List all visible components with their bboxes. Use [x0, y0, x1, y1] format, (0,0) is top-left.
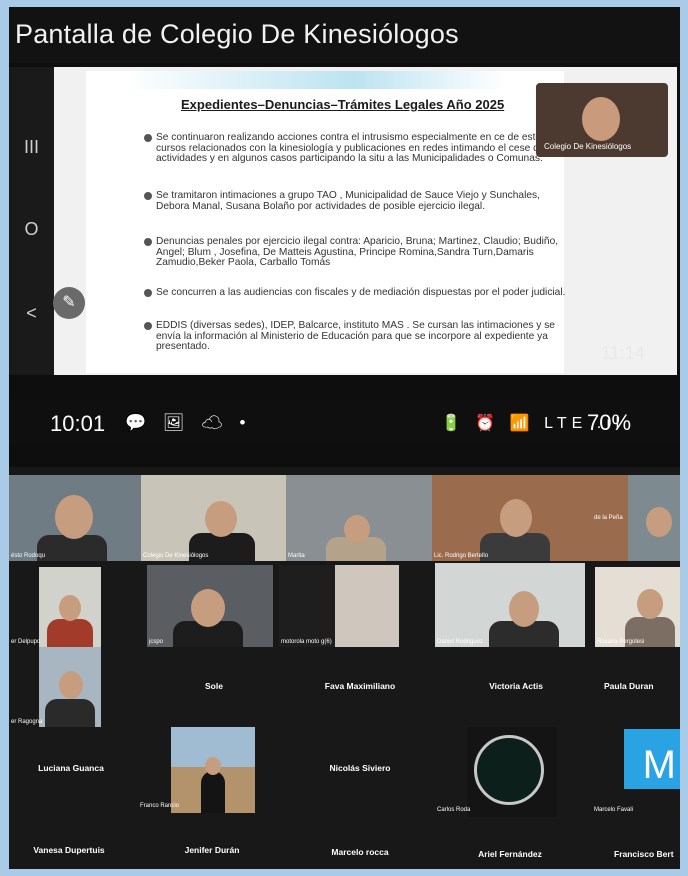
back-icon[interactable]: < — [9, 303, 54, 324]
participant-name[interactable]: Paula Duran — [604, 681, 680, 691]
participant-name[interactable]: Nicolás Siviero — [295, 763, 425, 773]
participant-tile[interactable]: de la Peña Lic. Rodrigo Bertello — [432, 475, 628, 561]
participant-face — [637, 589, 663, 619]
participant-body — [45, 699, 95, 727]
participant-face — [59, 671, 83, 699]
presentation-slide: Expedientes–Denuncias–Trámites Legales A… — [86, 71, 569, 373]
participant-name: Daniel Rodriguez — [437, 639, 484, 645]
avatar-letter: M — [642, 743, 676, 787]
slide-bullet: Se tramitaron intimaciones a grupo TAO ,… — [144, 190, 574, 212]
participant-name[interactable]: Luciana Guanca — [9, 763, 136, 773]
participant-avatar[interactable]: M — [624, 729, 680, 789]
window-title: Pantalla de Colegio De Kinesiólogos — [15, 19, 459, 49]
nav-rail: III O < — [9, 67, 54, 375]
share-title-bar: Pantalla de Colegio De Kinesiólogos — [9, 7, 680, 63]
phone-status-bar: 10:01 💬 🖼 ☁ • 🔋 ⏰ 📶 LTE .ıl 70% — [9, 399, 680, 445]
participant-name[interactable]: Vanesa Dupertuis — [9, 845, 134, 855]
kinesiology-logo-icon — [474, 735, 544, 805]
participant-video — [335, 565, 399, 647]
participant-face — [59, 595, 81, 621]
participant-name[interactable]: Sole — [149, 681, 279, 691]
participant-name: er Delpupo — [11, 639, 41, 645]
participant-name: jcspo — [149, 639, 164, 645]
participant-name: Carlos Roda — [437, 807, 471, 813]
participant-tile[interactable]: Rosana Pergolesi — [595, 567, 680, 647]
participant-name[interactable]: Fava Maximiliano — [295, 681, 425, 691]
battery-level: 70% — [587, 410, 632, 435]
slide-bullet: Denuncias penales por ejercicio ilegal c… — [144, 236, 574, 269]
participant-name: er Ragogna — [11, 719, 43, 725]
participant-name: motorola moto g(6) — [281, 639, 332, 645]
presenter-video[interactable]: Colegio De Kinesiólogos — [536, 83, 668, 157]
participant-face — [205, 757, 221, 775]
notification-icons: 💬 🖼 ☁ • — [125, 413, 252, 432]
participant-face — [646, 507, 672, 537]
participant-name: Franco Rancio — [140, 803, 180, 809]
participant-body — [480, 533, 550, 561]
participant-tile[interactable] — [467, 727, 557, 817]
participants-grid: ésto Rodoqu Colegio De Kinesiólogos Mari… — [9, 467, 680, 869]
participant-face — [205, 501, 237, 537]
presenter-label: Colegio De Kinesiólogos — [544, 142, 632, 151]
participant-name[interactable]: Marcelo rocca — [295, 847, 425, 857]
participant-name: Rosana Pergolesi — [597, 639, 645, 645]
participant-face — [344, 515, 370, 543]
participant-tile[interactable]: motorola moto g(6) — [279, 565, 399, 647]
slide-header-band — [126, 71, 506, 89]
screen-clock: 11:14 — [601, 343, 645, 363]
shared-screen: Expedientes–Denuncias–Trámites Legales A… — [54, 67, 677, 375]
participant-name: Colegio De Kinesiólogos — [143, 553, 209, 559]
slide-title: Expedientes–Denuncias–Trámites Legales A… — [181, 97, 505, 112]
participant-tile[interactable]: Marita — [286, 475, 432, 561]
participant-name: de la Peña — [594, 515, 623, 521]
home-icon[interactable]: O — [9, 219, 54, 240]
participant-name[interactable]: Jenifer Durán — [147, 845, 277, 855]
screen-photo: Pantalla de Colegio De Kinesiólogos III … — [9, 7, 680, 869]
recents-icon[interactable]: III — [9, 137, 54, 158]
participant-tile[interactable]: Daniel Rodriguez — [435, 563, 585, 647]
participant-name: Marcelo Favali — [594, 807, 634, 813]
edit-icon[interactable]: ✎ — [53, 287, 85, 319]
participant-tile[interactable] — [39, 567, 101, 647]
participant-tile[interactable]: ésto Rodoqu — [9, 475, 141, 561]
participant-tile[interactable] — [628, 475, 680, 561]
participant-name[interactable]: Ariel Fernández — [445, 849, 575, 859]
participant-face — [509, 591, 539, 627]
participant-tile[interactable]: jcspo — [147, 565, 273, 647]
participant-face — [55, 495, 93, 539]
participant-name[interactable]: Francisco Bert — [614, 849, 680, 859]
participant-body — [47, 619, 93, 647]
participant-tile[interactable] — [39, 647, 101, 727]
participant-body — [201, 771, 225, 813]
participant-tile[interactable] — [171, 727, 255, 813]
presenter-face — [582, 97, 620, 141]
slide-bullet: Se concurren a las audiencias con fiscal… — [144, 287, 574, 299]
participant-face — [500, 499, 532, 537]
participant-name[interactable]: Victoria Actis — [451, 681, 581, 691]
slide-bullet: Se continuaron realizando acciones contr… — [144, 132, 574, 165]
slide-bullet: EDDIS (diversas sedes), IDEP, Balcarce, … — [144, 320, 574, 353]
participant-name: Lic. Rodrigo Bertello — [434, 553, 489, 559]
participant-face — [191, 589, 225, 627]
participant-name: ésto Rodoqu — [11, 553, 46, 559]
status-time: 10:01 — [50, 411, 106, 436]
participant-name: Marita — [288, 553, 305, 559]
participant-tile[interactable]: Colegio De Kinesiólogos — [141, 475, 286, 561]
